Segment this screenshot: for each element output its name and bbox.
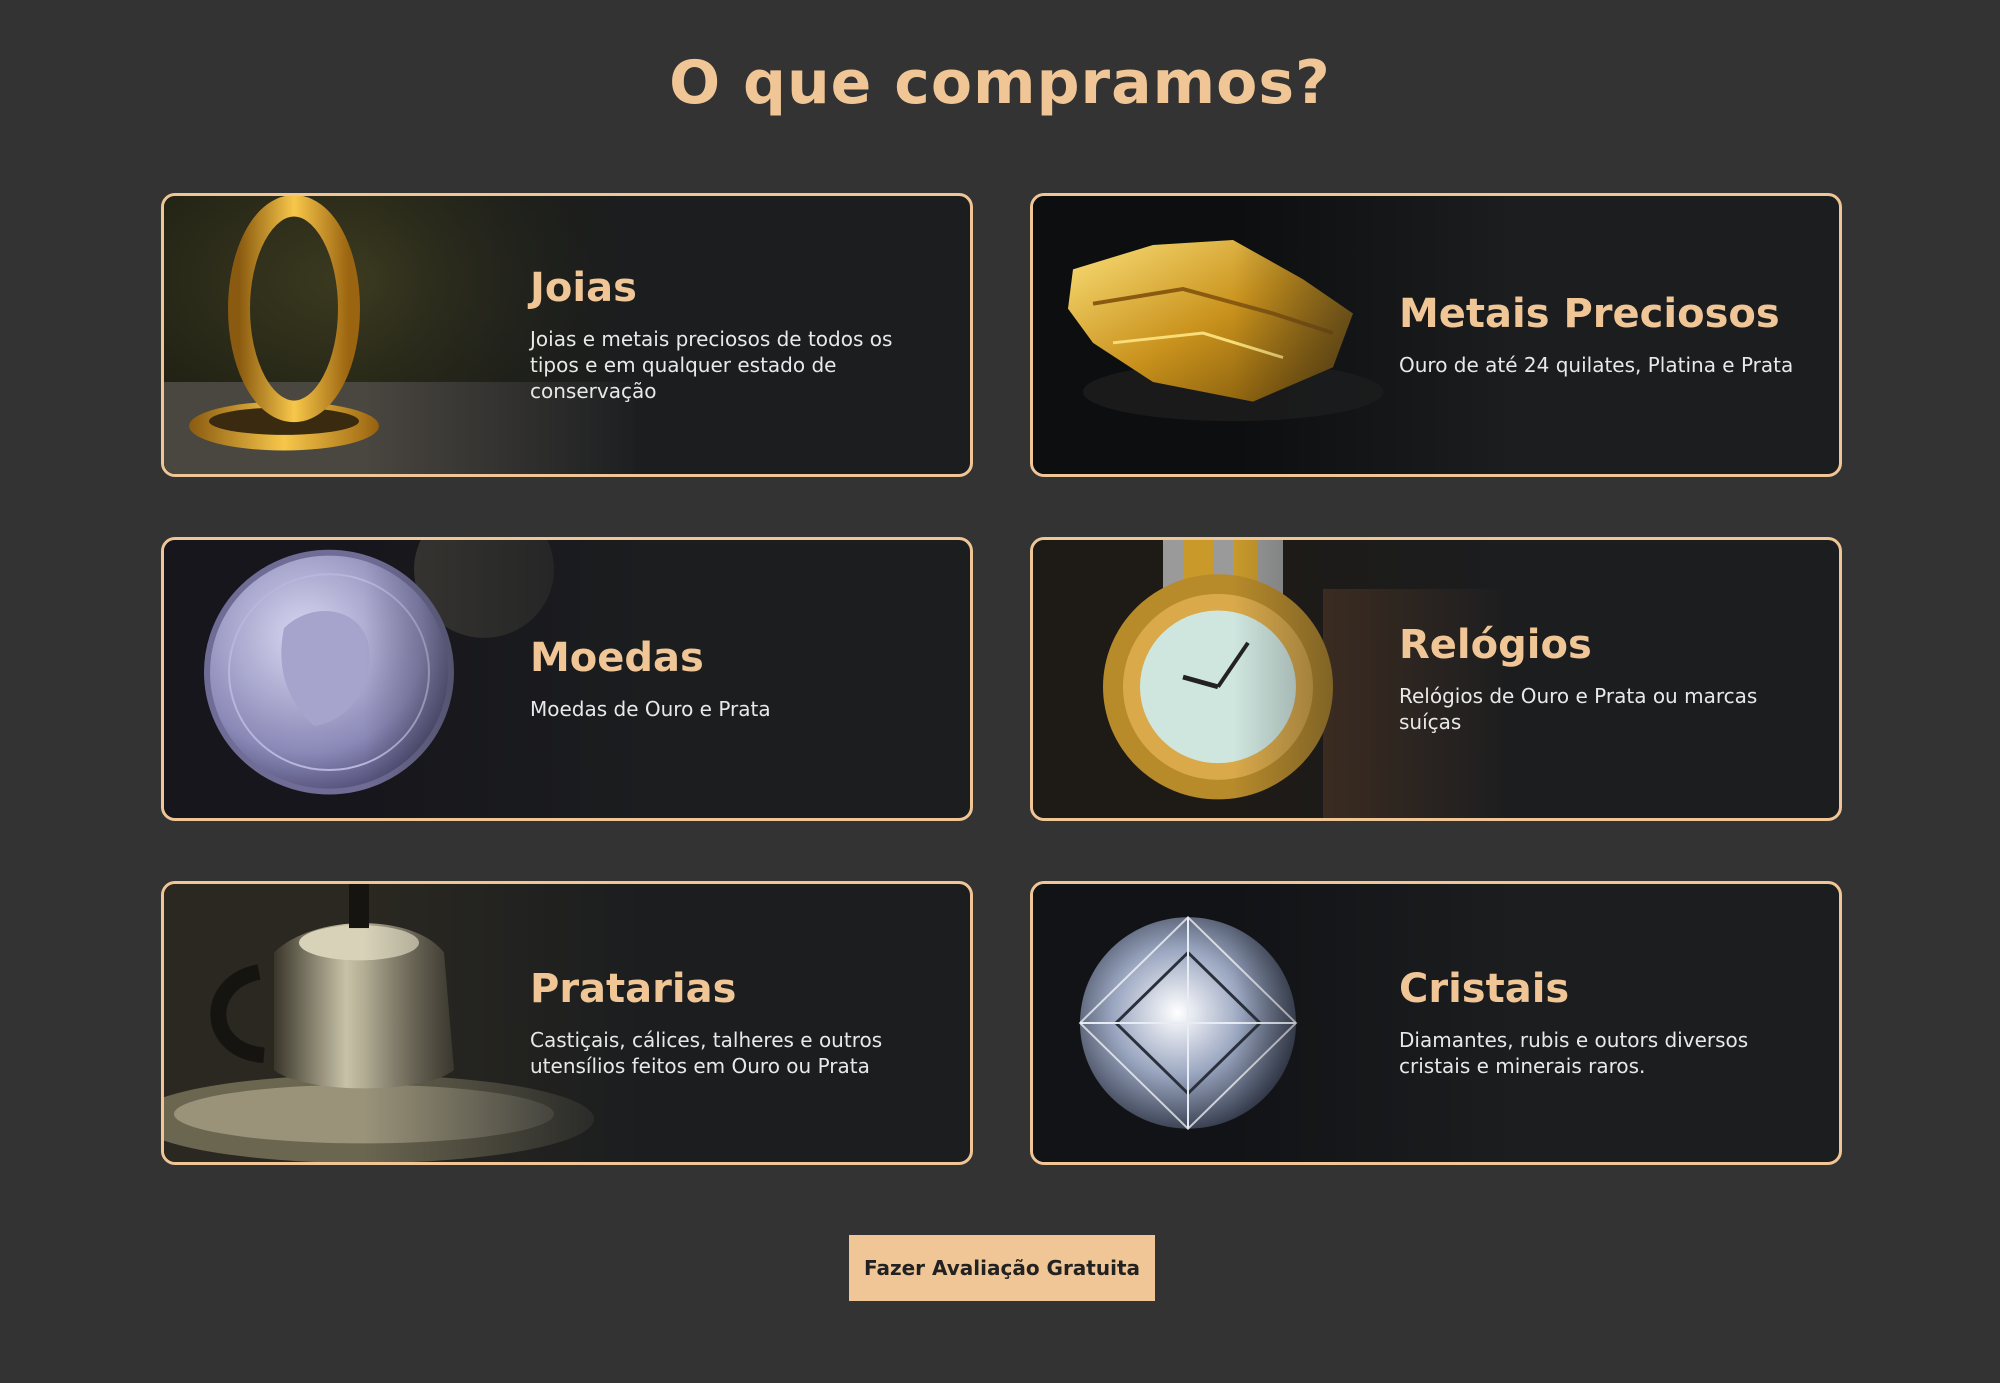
card-description: Castiçais, cálices, talheres e outros ut…	[530, 1028, 883, 1078]
card-cristais[interactable]: Cristais Diamantes, rubis e outors diver…	[1030, 881, 1842, 1165]
card-description: Diamantes, rubis e outors diversos crist…	[1399, 1028, 1749, 1078]
card-title: Joias	[530, 265, 637, 311]
free-evaluation-button[interactable]: Fazer Avaliação Gratuita	[849, 1235, 1155, 1301]
card-description: Ouro de até 24 quilates, Platina e Prata	[1399, 353, 1794, 377]
card-description: Joias e metais preciosos de todos os tip…	[530, 327, 893, 403]
card-title: Moedas	[530, 635, 704, 681]
section-title: O que compramos?	[669, 48, 1331, 118]
card-relogios[interactable]: Relógios Relógios de Ouro e Prata ou mar…	[1030, 537, 1842, 821]
card-title: Metais Preciosos	[1399, 291, 1780, 337]
card-description: Moedas de Ouro e Prata	[530, 697, 771, 721]
card-title: Relógios	[1399, 622, 1592, 668]
card-pratarias[interactable]: Pratarias Castiçais, cálices, talheres e…	[161, 881, 973, 1165]
card-moedas[interactable]: Moedas Moedas de Ouro e Prata	[161, 537, 973, 821]
card-title: Cristais	[1399, 966, 1570, 1012]
card-title: Pratarias	[530, 966, 737, 1012]
card-metais-preciosos[interactable]: Metais Preciosos Ouro de até 24 quilates…	[1030, 193, 1842, 477]
card-joias[interactable]: Joias Joias e metais preciosos de todos …	[161, 193, 973, 477]
card-description: Relógios de Ouro e Prata ou marcas suíça…	[1399, 684, 1758, 734]
